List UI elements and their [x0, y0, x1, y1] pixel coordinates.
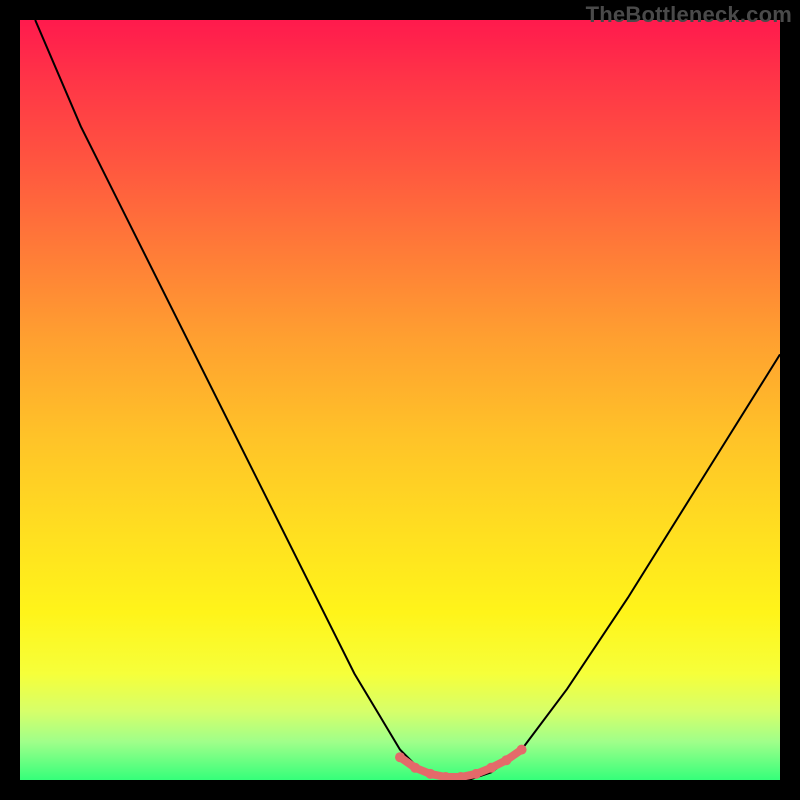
- chart-frame: TheBottleneck.com: [0, 0, 800, 800]
- highlight-dot: [471, 769, 481, 779]
- highlight-dot: [395, 752, 405, 762]
- highlight-dot: [425, 769, 435, 779]
- plot-area: [20, 20, 780, 780]
- highlight-dot: [410, 763, 420, 773]
- highlight-dot: [486, 763, 496, 773]
- watermark-text: TheBottleneck.com: [586, 2, 792, 28]
- highlight-dot: [517, 745, 527, 755]
- highlight-group: [395, 745, 527, 780]
- main-curve: [35, 20, 780, 780]
- chart-svg: [20, 20, 780, 780]
- highlight-dot: [501, 755, 511, 765]
